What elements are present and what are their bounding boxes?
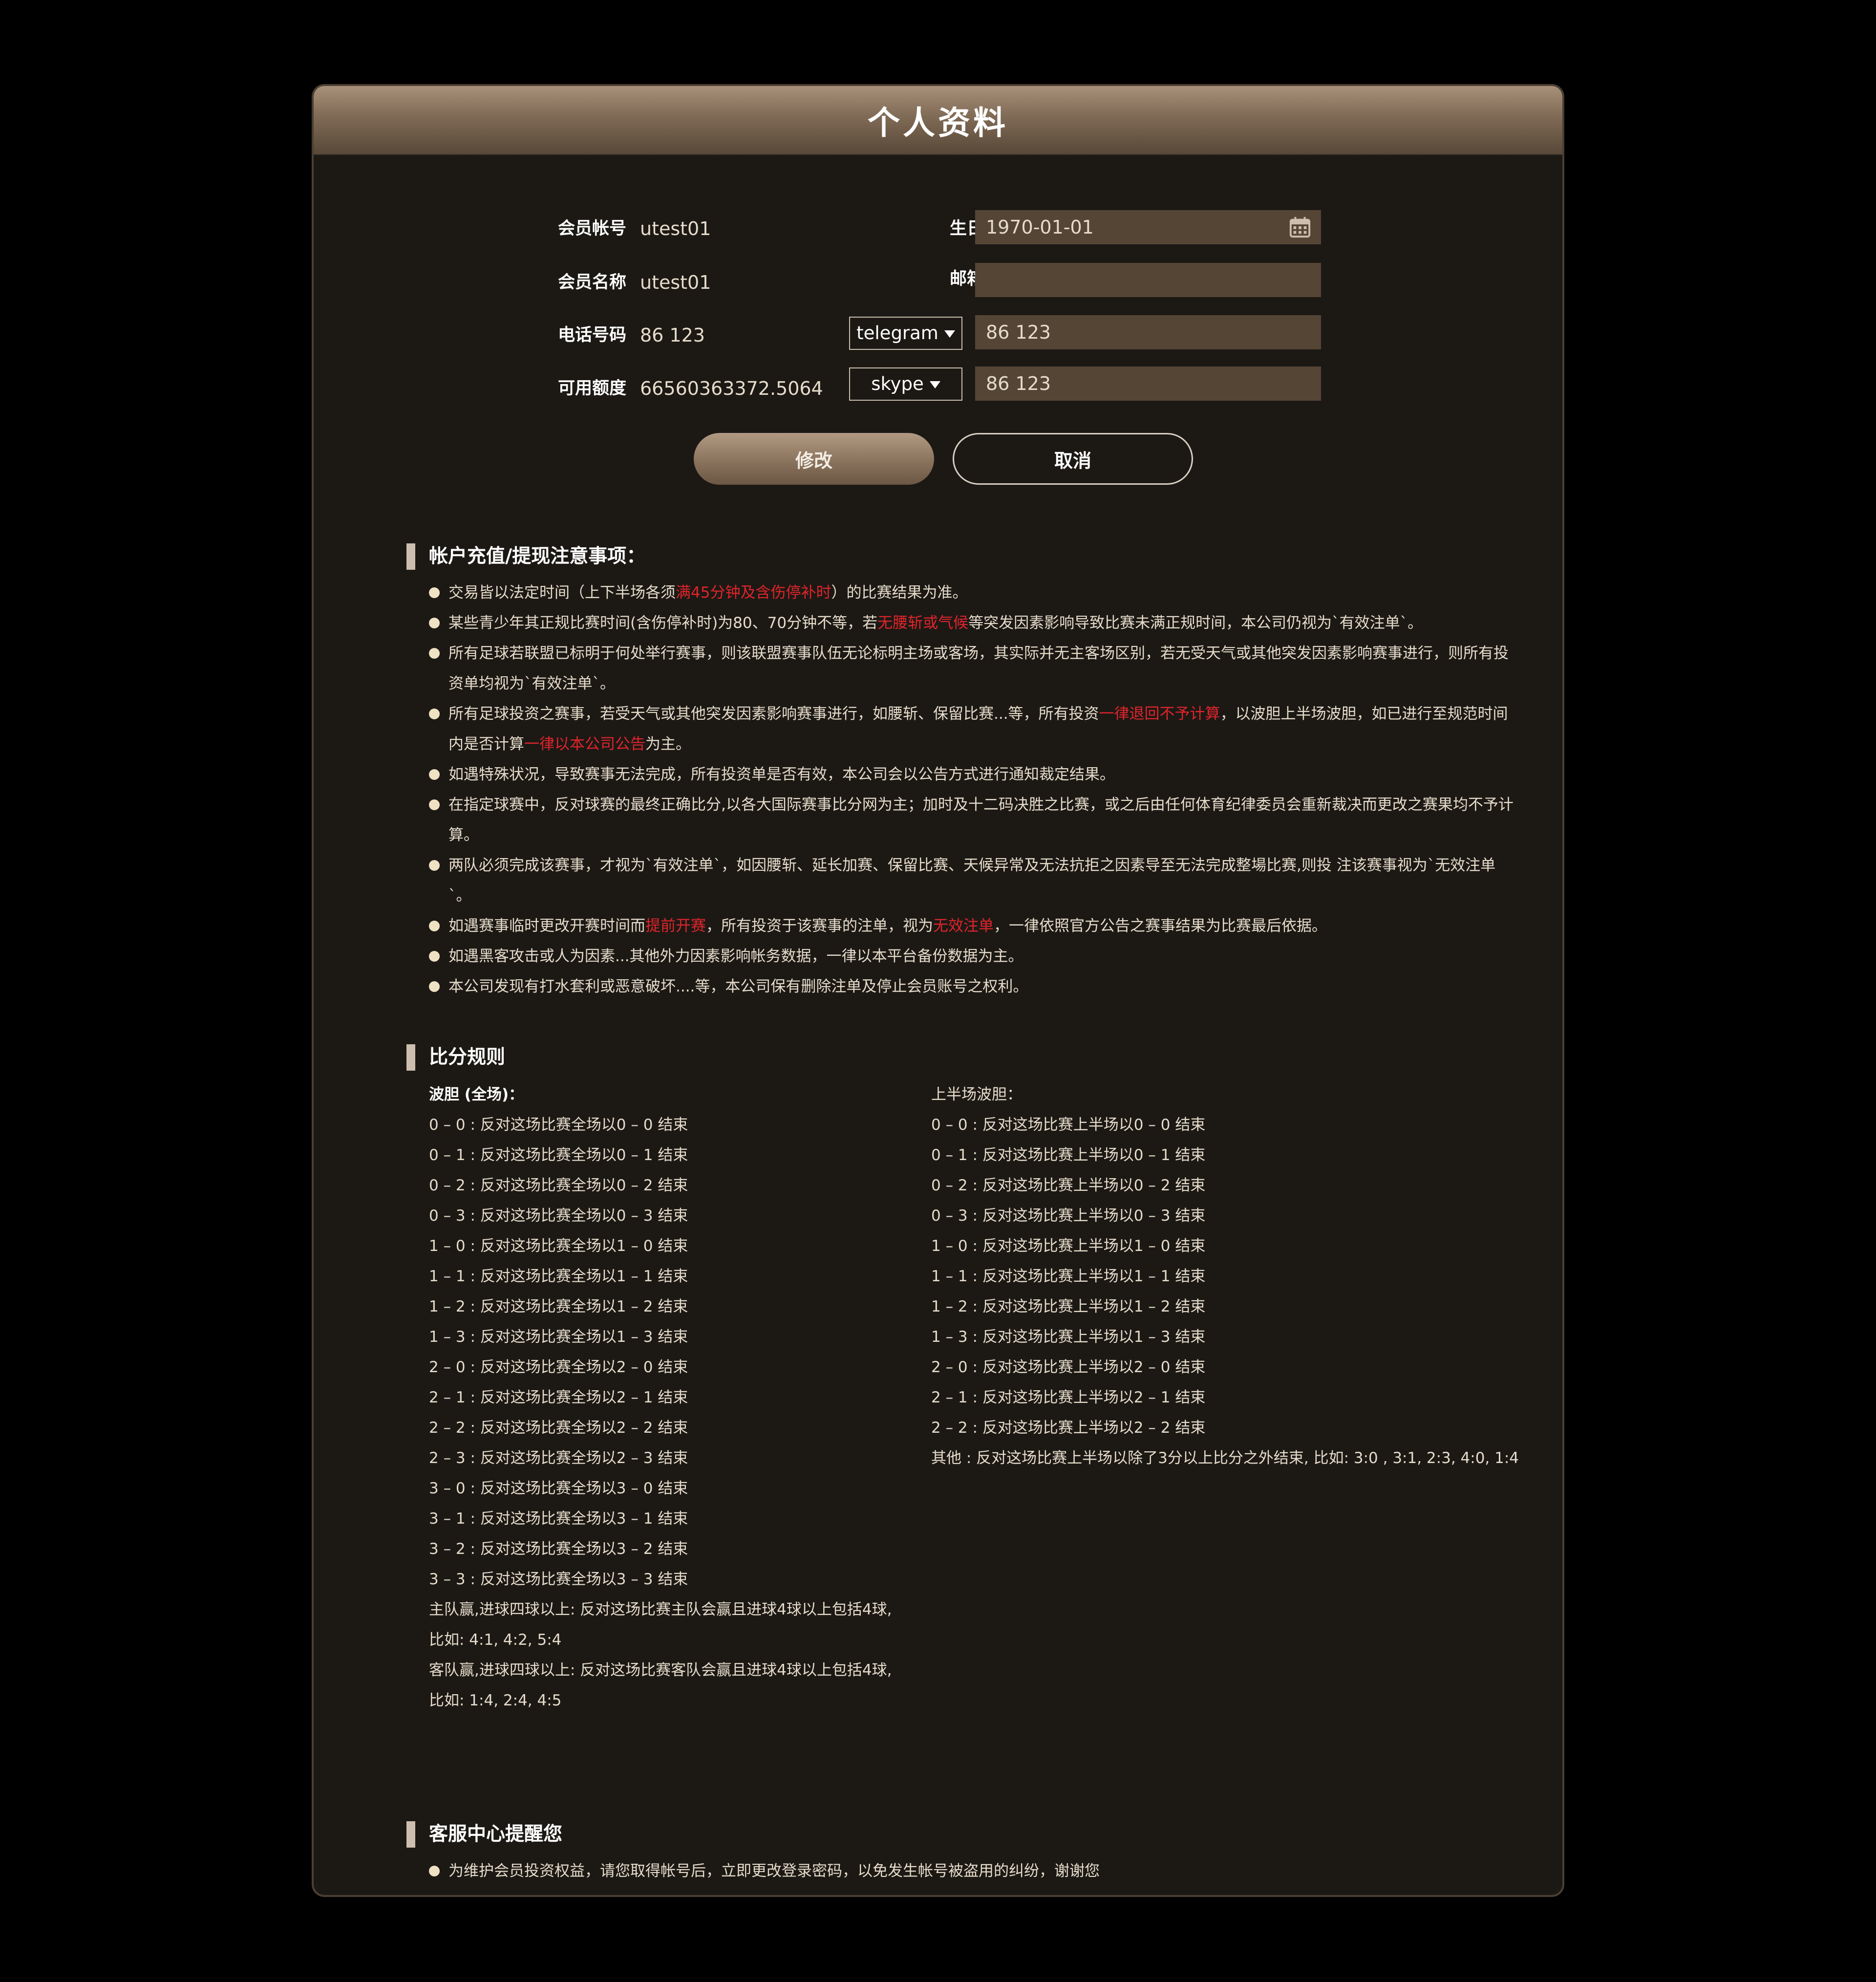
note-text: 某些青少年其正规比赛时间(含伤停补时)为80、70分钟不等，若 xyxy=(448,614,878,632)
note-text: 在指定球赛中，反对球赛的最终正确比分,以各大国际赛事比分网为主；加时及十二码决胜… xyxy=(448,796,1514,844)
modify-button[interactable]: 修改 xyxy=(694,433,934,485)
chevron-down-icon xyxy=(944,330,955,338)
score-rule-line: 1 – 2 : 反对这场比赛全场以1 – 2 结束 xyxy=(429,1298,688,1315)
score-rule-line: 其他 : 反对这场比赛上半场以除了3分以上比分之外结束, 比如: 3:0 , 3… xyxy=(931,1449,1519,1467)
service-note-item: 为维护会员投资权益，请您取得帐号后，立即更改登录密码，以免发生帐号被盗用的纠纷，… xyxy=(429,1856,1514,1886)
highlight-text: 无效注单 xyxy=(933,917,994,935)
highlight-text: 一律退回不予计算 xyxy=(1099,705,1220,723)
score-rule-line: 2 – 3 : 反对这场比赛全场以2 – 3 结束 xyxy=(429,1449,688,1467)
contact2-field[interactable]: 86 123 xyxy=(975,366,1321,401)
credit-value: 66560363372.5064 xyxy=(640,378,823,399)
contact1-type-select[interactable]: telegram xyxy=(849,317,962,350)
full-time-title: 波胆 (全场)： xyxy=(429,1086,524,1103)
score-rule-line: 3 – 1 : 反对这场比赛全场以3 – 1 结束 xyxy=(429,1510,688,1528)
calendar-icon[interactable] xyxy=(1289,216,1311,238)
score-rule-line: 0 – 2 : 反对这场比赛上半场以0 – 2 结束 xyxy=(931,1177,1206,1194)
score-rule-line: 主队赢,进球四球以上: 反对这场比赛主队会赢且进球4球以上包括4球, xyxy=(429,1601,892,1618)
score-rule-line: 1 – 3 : 反对这场比赛上半场以1 – 3 结束 xyxy=(931,1328,1206,1346)
notes-item: 交易皆以法定时间（上下半场各须满45分钟及含伤停补时）的比赛结果为准。 xyxy=(429,578,1514,608)
score-rule-line: 2 – 2 : 反对这场比赛上半场以2 – 2 结束 xyxy=(931,1419,1206,1437)
notes-item: 所有足球若联盟已标明于何处举行赛事，则该联盟赛事队伍无论标明主场或客场，其实际并… xyxy=(429,638,1514,699)
notes-list: 交易皆以法定时间（上下半场各须满45分钟及含伤停补时）的比赛结果为准。 某些青少年… xyxy=(429,578,1514,1002)
notes-item: 如遇赛事临时更改开赛时间而提前开赛，所有投资于该赛事的注单，视为无效注单，一律依… xyxy=(429,911,1514,941)
score-rule-line: 2 – 1 : 反对这场比赛上半场以2 – 1 结束 xyxy=(931,1389,1206,1406)
notes-item: 如遇黑客攻击或人为因素...其他外力因素影响帐务数据，一律以本平台备份数据为主。 xyxy=(429,941,1514,971)
note-text: 如遇特殊状况，导致赛事无法完成，所有投资单是否有效，本公司会以公告方式进行通知裁… xyxy=(448,766,1115,783)
score-rule-line: 2 – 0 : 反对这场比赛全场以2 – 0 结束 xyxy=(429,1358,688,1376)
score-rule-line: 0 – 2 : 反对这场比赛全场以0 – 2 结束 xyxy=(429,1177,688,1194)
note-text: 如遇赛事临时更改开赛时间而 xyxy=(448,917,645,935)
score-rule-line: 客队赢,进球四球以上: 反对这场比赛客队会赢且进球4球以上包括4球, xyxy=(429,1661,892,1679)
highlight-text: 无腰斩或气候 xyxy=(877,614,969,632)
half-time-title: 上半场波胆： xyxy=(931,1086,1022,1103)
score-rule-line: 1 – 2 : 反对这场比赛上半场以1 – 2 结束 xyxy=(931,1298,1206,1315)
note-text: 所有足球若联盟已标明于何处举行赛事，则该联盟赛事队伍无论标明主场或客场，其实际并… xyxy=(448,645,1509,692)
notes-item: 某些青少年其正规比赛时间(含伤停补时)为80、70分钟不等，若无腰斩或气候等突发… xyxy=(429,608,1514,638)
service-section-title: 客服中心提醒您 xyxy=(406,1821,562,1848)
cancel-button[interactable]: 取消 xyxy=(953,433,1193,485)
note-text: 如遇黑客攻击或人为因素...其他外力因素影响帐务数据，一律以本平台备份数据为主。 xyxy=(448,948,1023,965)
note-text: ，所有投资于该赛事的注单，视为 xyxy=(706,917,933,935)
score-rule-line: 3 – 2 : 反对这场比赛全场以3 – 2 结束 xyxy=(429,1540,688,1558)
score-rule-line: 3 – 0 : 反对这场比赛全场以3 – 0 结束 xyxy=(429,1480,688,1497)
score-rule-line: 比如: 4:1, 4:2, 5:4 xyxy=(429,1631,562,1649)
score-rule-line: 1 – 3 : 反对这场比赛全场以1 – 3 结束 xyxy=(429,1328,688,1346)
score-rule-line: 0 – 0 : 反对这场比赛上半场以0 – 0 结束 xyxy=(931,1116,1206,1134)
note-text: 为主。 xyxy=(645,735,691,753)
birthday-value: 1970-01-01 xyxy=(986,216,1094,238)
panel-header: 个人资料 xyxy=(314,86,1562,155)
contact2-type-select[interactable]: skype xyxy=(849,367,962,401)
name-label: 会员名称 xyxy=(558,273,627,292)
highlight-text: 提前开赛 xyxy=(645,917,706,935)
score-rule-line: 1 – 0 : 反对这场比赛上半场以1 – 0 结束 xyxy=(931,1237,1206,1255)
email-field[interactable] xyxy=(975,263,1321,297)
score-rule-line: 2 – 1 : 反对这场比赛全场以2 – 1 结束 xyxy=(429,1389,688,1406)
note-text: ，一律依照官方公告之赛事结果为比赛最后依据。 xyxy=(994,917,1327,935)
note-text: 本公司发现有打水套利或恶意破坏....等，本公司保有删除注单及停止会员账号之权利… xyxy=(448,978,1028,995)
name-value: utest01 xyxy=(640,272,711,293)
chevron-down-icon xyxy=(929,381,940,388)
score-rule-line: 3 – 3 : 反对这场比赛全场以3 – 3 结束 xyxy=(429,1571,688,1588)
account-label: 会员帐号 xyxy=(558,219,627,238)
score-rule-line: 1 – 1 : 反对这场比赛上半场以1 – 1 结束 xyxy=(931,1268,1206,1285)
score-rule-line: 0 – 0 : 反对这场比赛全场以0 – 0 结束 xyxy=(429,1116,688,1134)
note-text: 等突发因素影响导致比赛未满正规时间，本公司仍视为`有效注单`。 xyxy=(968,614,1423,632)
contact1-type-value: telegram xyxy=(856,323,938,344)
highlight-text: 一律以本公司公告 xyxy=(524,735,645,753)
notes-item: 在指定球赛中，反对球赛的最终正确比分,以各大国际赛事比分网为主；加时及十二码决胜… xyxy=(429,790,1514,850)
account-value: utest01 xyxy=(640,218,711,239)
birthday-field[interactable]: 1970-01-01 xyxy=(975,210,1321,244)
notes-section-title: 帐户充值/提现注意事项： xyxy=(406,543,645,570)
note-text: 所有足球投资之赛事，若受天气或其他突发因素影响赛事进行，如腰斩、保留比赛...等… xyxy=(448,705,1099,723)
score-rule-line: 1 – 0 : 反对这场比赛全场以1 – 0 结束 xyxy=(429,1237,688,1255)
notes-item: 两队必须完成该赛事，才视为`有效注单`，如因腰斩、延长加赛、保留比赛、天候异常及… xyxy=(429,850,1514,911)
phone-label: 电话号码 xyxy=(558,325,627,345)
score-rule-line: 0 – 1 : 反对这场比赛全场以0 – 1 结束 xyxy=(429,1146,688,1164)
notes-item: 如遇特殊状况，导致赛事无法完成，所有投资单是否有效，本公司会以公告方式进行通知裁… xyxy=(429,759,1514,790)
score-rule-line: 0 – 3 : 反对这场比赛全场以0 – 3 结束 xyxy=(429,1207,688,1225)
contact1-field[interactable]: 86 123 xyxy=(975,315,1321,349)
service-notes-list: 为维护会员投资权益，请您取得帐号后，立即更改登录密码，以免发生帐号被盗用的纠纷，… xyxy=(429,1856,1514,1886)
score-rule-line: 0 – 3 : 反对这场比赛上半场以0 – 3 结束 xyxy=(931,1207,1206,1225)
contact2-type-value: skype xyxy=(871,373,924,394)
note-text: ）的比赛结果为准。 xyxy=(831,584,968,602)
notes-item: 所有足球投资之赛事，若受天气或其他突发因素影响赛事进行，如腰斩、保留比赛...等… xyxy=(429,699,1514,759)
highlight-text: 满45分钟及含伤停补时 xyxy=(676,584,831,602)
score-rule-line: 2 – 0 : 反对这场比赛上半场以2 – 0 结束 xyxy=(931,1358,1206,1376)
score-rule-line: 1 – 1 : 反对这场比赛全场以1 – 1 结束 xyxy=(429,1268,688,1285)
note-text: 两队必须完成该赛事，才视为`有效注单`，如因腰斩、延长加赛、保留比赛、天候异常及… xyxy=(448,857,1496,905)
notes-item: 本公司发现有打水套利或恶意破坏....等，本公司保有删除注单及停止会员账号之权利… xyxy=(429,971,1514,1002)
phone-value: 86 123 xyxy=(640,324,705,346)
profile-panel: 个人资料 会员帐号 utest01 会员名称 utest01 电话号码 86 1… xyxy=(312,84,1564,1897)
score-rule-line: 比如: 1:4, 2:4, 4:5 xyxy=(429,1692,562,1709)
score-rule-line: 2 – 2 : 反对这场比赛全场以2 – 2 结束 xyxy=(429,1419,688,1437)
credit-label: 可用额度 xyxy=(558,379,627,398)
full-time-score-list: 波胆 (全场)： 0 – 0 : 反对这场比赛全场以0 – 0 结束 0 – 1 … xyxy=(429,1079,917,1716)
note-text: 交易皆以法定时间（上下半场各须 xyxy=(448,584,676,602)
score-section-title: 比分规则 xyxy=(406,1044,505,1071)
half-time-score-list: 上半场波胆： 0 – 0 : 反对这场比赛上半场以0 – 0 结束 0 – 1 :… xyxy=(931,1079,1552,1473)
page-title: 个人资料 xyxy=(868,104,1008,142)
score-rule-line: 0 – 1 : 反对这场比赛上半场以0 – 1 结束 xyxy=(931,1146,1206,1164)
